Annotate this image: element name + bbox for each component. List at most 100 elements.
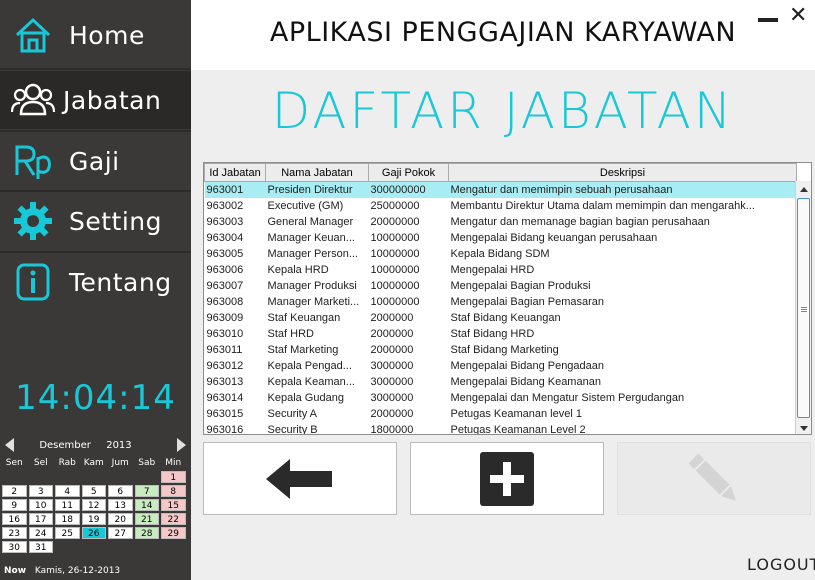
table-cell: 25000000 <box>370 199 420 212</box>
nav-tentang[interactable]: Tentang <box>0 253 191 311</box>
minimize-icon[interactable] <box>758 18 778 22</box>
table-row[interactable]: 963004 Manager Keuan... 10000000 Mengepalai… <box>205 230 797 246</box>
column-header[interactable]: Deskripsi <box>448 163 797 182</box>
table-row[interactable]: 963013 Kepala Keaman... 3000000 Mengepalai … <box>205 374 797 390</box>
table-cell: Executive (GM) <box>267 199 344 212</box>
info-icon <box>11 260 55 304</box>
calendar-day[interactable]: 9 <box>2 499 27 511</box>
table-row[interactable]: 963014 Kepala Gudang 3000000 Mengepalai dan… <box>205 390 797 406</box>
table-row[interactable]: 963012 Kepala Pengad... 3000000 Mengepalai … <box>205 358 797 374</box>
calendar-day[interactable]: 29 <box>161 527 186 539</box>
nav-setting[interactable]: Setting <box>0 192 191 250</box>
table-row[interactable]: 963003 General Manager 20000000 Mengatur da… <box>205 214 797 230</box>
table-cell: Staf Bidang Marketing <box>450 343 559 356</box>
calendar-day[interactable]: 6 <box>108 485 133 497</box>
table-cell: Security B <box>267 423 318 435</box>
calendar-day[interactable]: 18 <box>55 513 80 525</box>
table-row[interactable]: 963016 Security B 1800000 Petugas Keamanan … <box>205 422 797 435</box>
sidebar: Home Jabatan Gaji Setting Tentang 14:04:… <box>0 0 191 580</box>
calendar-day[interactable]: 13 <box>108 499 133 511</box>
scroll-down-icon[interactable] <box>796 420 811 434</box>
table-cell: 3000000 <box>370 391 414 404</box>
weekday-label: Jum <box>111 458 129 468</box>
home-icon <box>11 13 55 57</box>
rupiah-icon <box>11 139 55 183</box>
table-cell: 2000000 <box>370 407 414 420</box>
vertical-scrollbar[interactable] <box>795 181 811 434</box>
table-row[interactable]: 963015 Security A 2000000 Petugas Keamanan … <box>205 406 797 422</box>
calendar-grid: Sen Sel Rab Kam Jum Sab Min 1 2 3 4 5 6 7 8 9 10 11 12 13 14… <box>1 457 191 554</box>
table-cell: Staf HRD <box>267 327 314 340</box>
calendar-month: Desember <box>39 439 91 451</box>
back-button[interactable] <box>203 442 397 515</box>
table-row[interactable]: 963005 Manager Person... 10000000 Kepala Bi… <box>205 246 797 262</box>
calendar-day[interactable]: 3 <box>28 485 53 497</box>
column-header[interactable]: Nama Jabatan <box>265 163 369 182</box>
column-header[interactable]: Gaji Pokok <box>368 163 449 182</box>
table-cell: 2000000 <box>370 327 414 340</box>
calendar-day <box>161 541 186 553</box>
calendar-day[interactable]: 14 <box>134 499 159 511</box>
calendar-day[interactable]: 28 <box>134 527 159 539</box>
calendar-day[interactable]: 2 <box>2 485 27 497</box>
nav-setting-label: Setting <box>69 206 163 236</box>
add-button[interactable] <box>410 442 604 515</box>
table-cell: 963011 <box>206 343 243 356</box>
nav-jabatan[interactable]: Jabatan <box>0 71 191 129</box>
table-row[interactable]: 963011 Staf Marketing 2000000 Staf Bidang M… <box>205 342 797 358</box>
edit-button[interactable] <box>617 442 811 515</box>
calendar-day[interactable]: 10 <box>28 499 53 511</box>
table-cell: 963008 <box>206 295 244 308</box>
scroll-thumb[interactable] <box>797 198 810 418</box>
calendar-day[interactable]: 25 <box>55 527 80 539</box>
calendar-day[interactable]: 20 <box>108 513 133 525</box>
table-row[interactable]: 963008 Manager Marketi... 10000000 Mengepal… <box>205 294 797 310</box>
calendar-day[interactable]: 17 <box>28 513 53 525</box>
close-icon[interactable]: ✕ <box>789 5 807 27</box>
calendar-day <box>28 471 53 483</box>
calendar-day[interactable]: 26 <box>81 527 106 539</box>
table-cell: Manager Produksi <box>267 279 357 292</box>
nav-home[interactable]: Home <box>0 6 191 64</box>
calendar-day[interactable]: 5 <box>81 485 106 497</box>
table-cell: 963010 <box>206 327 244 340</box>
table-row[interactable]: 963001 Presiden Direktur 300000000 Mengatur… <box>204 181 797 198</box>
calendar-day[interactable]: 27 <box>108 527 133 539</box>
calendar-day[interactable]: 19 <box>81 513 106 525</box>
table-cell: 3000000 <box>370 375 414 388</box>
calendar-day[interactable]: 4 <box>55 485 80 497</box>
calendar-day[interactable]: 24 <box>28 527 53 539</box>
calendar-day[interactable]: 11 <box>55 499 80 511</box>
table-row[interactable]: 963006 Kepala HRD 10000000 Mengepalai HRD <box>205 262 797 278</box>
prev-month-icon[interactable] <box>5 438 14 452</box>
calendar-day[interactable]: 7 <box>134 485 159 497</box>
calendar-day[interactable]: 31 <box>28 541 53 553</box>
users-icon <box>11 78 55 122</box>
table-row[interactable]: 963007 Manager Produksi 10000000 Mengepalai… <box>205 278 797 294</box>
table-cell: Mengatur dan memanage bagian bagian peru… <box>450 215 710 228</box>
table-cell: Presiden Direktur <box>265 181 369 198</box>
calendar-day <box>108 471 133 483</box>
next-month-icon[interactable] <box>176 438 186 452</box>
logout-button[interactable]: LOGOUT <box>747 555 815 574</box>
calendar-day[interactable]: 30 <box>2 541 27 553</box>
table-cell: 963002 <box>206 199 244 212</box>
scroll-up-icon[interactable] <box>796 181 811 197</box>
table-cell: Kepala Keaman... <box>267 375 355 388</box>
nav-gaji[interactable]: Gaji <box>0 132 191 190</box>
calendar-day[interactable]: 1 <box>161 471 186 483</box>
calendar-day[interactable]: 12 <box>81 499 106 511</box>
column-header[interactable]: Id Jabatan <box>204 163 266 182</box>
calendar-day[interactable]: 8 <box>161 485 186 497</box>
table-cell: 10000000 <box>370 247 420 260</box>
table-cell: Mengepalai Bagian Pemasaran <box>450 295 605 308</box>
table-row[interactable]: 963009 Staf Keuangan 2000000 Staf Bidang Ke… <box>205 310 797 326</box>
calendar-day[interactable]: 22 <box>161 513 186 525</box>
calendar-day[interactable]: 21 <box>134 513 159 525</box>
table-row[interactable]: 963002 Executive (GM) 25000000 Membantu Dir… <box>205 198 797 214</box>
calendar-day[interactable]: 15 <box>161 499 186 511</box>
table-row[interactable]: 963010 Staf HRD 2000000 Staf Bidang HRD <box>205 326 797 342</box>
table-cell: 20000000 <box>370 215 420 228</box>
calendar-day[interactable]: 23 <box>2 527 27 539</box>
calendar-day[interactable]: 16 <box>2 513 27 525</box>
